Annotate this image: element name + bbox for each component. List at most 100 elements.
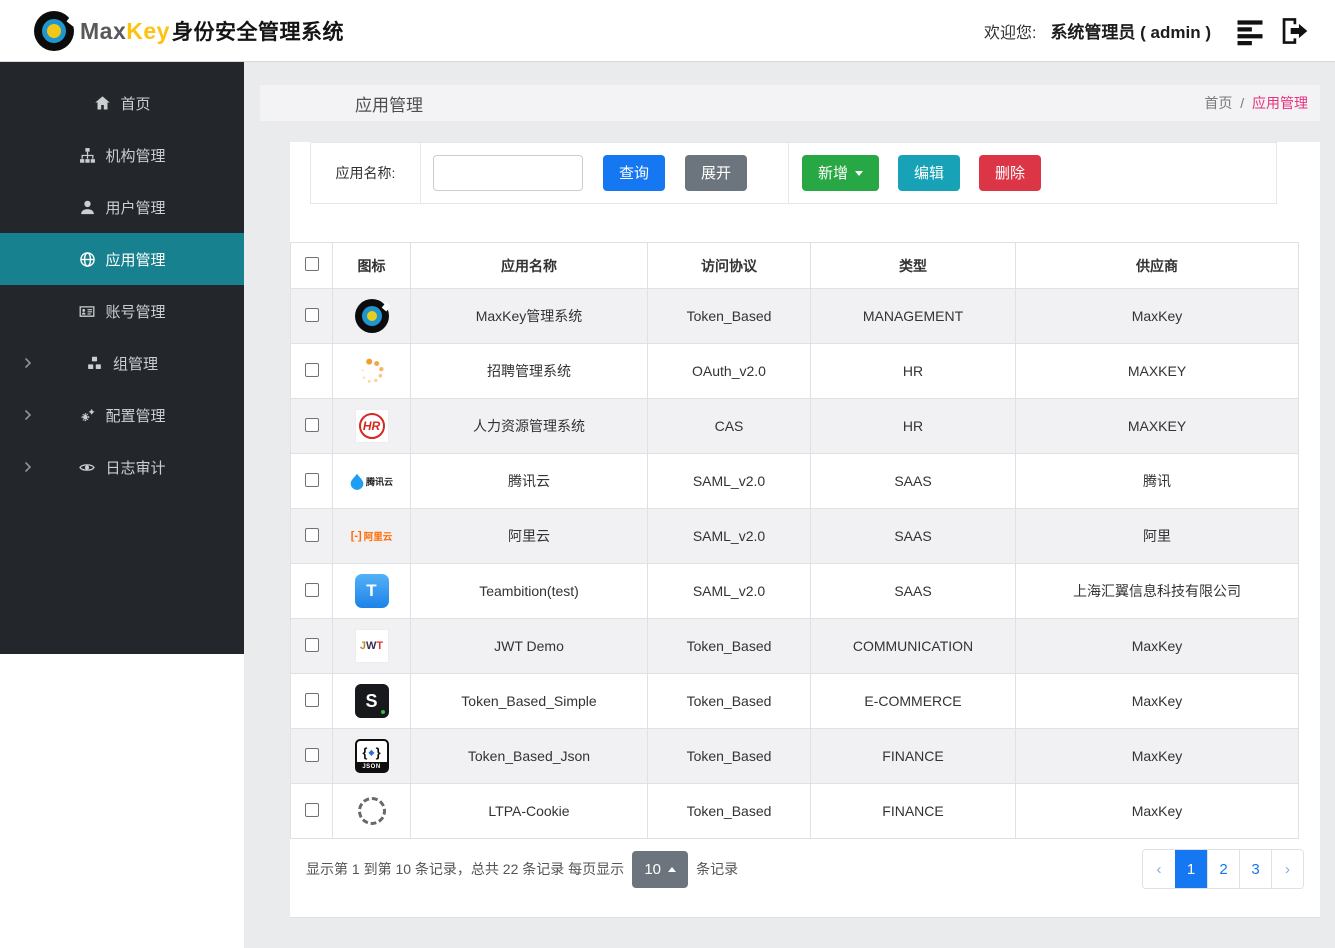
table-row[interactable]: MaxKey管理系统 Token_Based MANAGEMENT MaxKey (290, 288, 1299, 344)
row-checkbox[interactable] (304, 472, 319, 487)
row-checkbox[interactable] (304, 527, 319, 542)
page-size-dropdown[interactable]: 10 (632, 850, 689, 888)
sidebar-item-label: 机构管理 (105, 147, 166, 165)
cubes-icon (86, 355, 104, 372)
select-all-header-cell (290, 242, 333, 289)
type-cell: FINANCE (810, 728, 1016, 784)
app-icon-cell: JWT (332, 618, 411, 674)
vendor-cell: MaxKey (1015, 783, 1299, 839)
row-select-cell (290, 398, 333, 454)
app-name-cell: JWT Demo (410, 618, 648, 674)
row-checkbox[interactable] (304, 692, 319, 707)
logout-icon[interactable] (1279, 16, 1311, 46)
app-header: MaxKey身份安全管理系统 欢迎您: 系统管理员 ( admin ) (0, 0, 1335, 62)
app-icon-cell: 腾讯云 (332, 453, 411, 509)
table-row[interactable]: [-] 阿里云 阿里云 SAML_v2.0 SAAS 阿里 (290, 508, 1299, 564)
row-checkbox[interactable] (304, 417, 319, 432)
column-header-icon: 图标 (332, 242, 411, 289)
page-button-1[interactable]: 1 (1175, 850, 1207, 888)
row-checkbox[interactable] (304, 362, 319, 377)
brand-title: MaxKey身份安全管理系统 (80, 16, 344, 46)
row-select-cell (290, 673, 333, 729)
protocol-cell: Token_Based (647, 728, 811, 784)
prev-page-button[interactable]: ‹ (1143, 850, 1175, 888)
sidebar: 首页机构管理用户管理应用管理账号管理组管理 配置管理 日志审计 (0, 62, 244, 654)
protocol-cell: Token_Based (647, 288, 811, 344)
vendor-cell: MAXKEY (1015, 343, 1299, 399)
vendor-cell: 阿里 (1015, 508, 1299, 564)
user-icon (78, 199, 96, 216)
sitemap-icon (78, 147, 96, 164)
table-row[interactable]: LTPA-Cookie Token_Based FINANCE MaxKey (290, 783, 1299, 839)
table-row[interactable]: 招聘管理系统 OAuth_v2.0 HR MAXKEY (290, 343, 1299, 399)
vendor-cell: MAXKEY (1015, 398, 1299, 454)
teambition-app-icon: T (354, 574, 389, 608)
app-name-cell: 人力资源管理系统 (410, 398, 648, 454)
sidebar-item-config[interactable]: 配置管理 (0, 389, 244, 441)
brand[interactable]: MaxKey身份安全管理系统 (34, 10, 344, 51)
row-checkbox[interactable] (304, 307, 319, 322)
aliyun-app-icon: [-] 阿里云 (350, 530, 393, 543)
sidebar-item-group[interactable]: 组管理 (0, 337, 244, 389)
query-button[interactable]: 查询 (603, 155, 666, 191)
type-cell: SAAS (810, 563, 1016, 619)
vendor-cell: MaxKey (1015, 288, 1299, 344)
pagination-summary-prefix: 显示第 1 到第 10 条记录，总共 22 条记录 每页显示 (306, 861, 625, 877)
table-row[interactable]: T Teambition(test) SAML_v2.0 SAAS 上海汇翼信息科技有限… (290, 563, 1299, 619)
row-checkbox[interactable] (304, 747, 319, 762)
row-checkbox[interactable] (304, 582, 319, 597)
app-name-input[interactable] (433, 155, 583, 191)
page-button-2[interactable]: 2 (1207, 850, 1239, 888)
chevron-right-icon (24, 357, 32, 369)
protocol-cell: SAML_v2.0 (647, 453, 811, 509)
table-row[interactable]: HR 人力资源管理系统 CAS HR MAXKEY (290, 398, 1299, 454)
protocol-cell: SAML_v2.0 (647, 508, 811, 564)
breadcrumb-home-link[interactable]: 首页 (1204, 95, 1232, 111)
delete-button[interactable]: 删除 (979, 155, 1042, 191)
page-button-3[interactable]: 3 (1239, 850, 1271, 888)
expand-button[interactable]: 展开 (685, 155, 748, 191)
app-icon-cell (332, 288, 411, 344)
sidebar-item-audit[interactable]: 日志审计 (0, 441, 244, 493)
table-row[interactable]: 腾讯云 腾讯云 SAML_v2.0 SAAS 腾讯 (290, 453, 1299, 509)
type-cell: MANAGEMENT (810, 288, 1016, 344)
sidebar-item-app[interactable]: 应用管理 (0, 233, 244, 285)
next-page-button[interactable]: › (1271, 850, 1303, 888)
app-icon-cell (332, 783, 411, 839)
eye-icon (78, 459, 96, 476)
select-all-checkbox[interactable] (304, 257, 319, 271)
table-row[interactable]: {◆} JSON Token_Based_Json Token_Based FINANC… (290, 728, 1299, 784)
table-row[interactable]: S Token_Based_Simple Token_Based E-COMMERCE… (290, 673, 1299, 729)
edit-button[interactable]: 编辑 (898, 155, 961, 191)
type-cell: E-COMMERCE (810, 673, 1016, 729)
search-controls: 查询 展开 (421, 143, 788, 203)
sidebar-item-account[interactable]: 账号管理 (0, 285, 244, 337)
vendor-cell: MaxKey (1015, 728, 1299, 784)
row-checkbox[interactable] (304, 637, 319, 652)
protocol-cell: Token_Based (647, 618, 811, 674)
add-button[interactable]: 新增 (802, 155, 880, 191)
type-cell: FINANCE (810, 783, 1016, 839)
vendor-cell: MaxKey (1015, 618, 1299, 674)
pagination-summary-suffix: 条记录 (696, 861, 739, 877)
type-cell: HR (810, 343, 1016, 399)
home-icon (93, 95, 111, 112)
sidebar-item-label: 用户管理 (105, 199, 166, 217)
ltpa-app-icon (357, 797, 386, 825)
column-header-vendor: 供应商 (1015, 242, 1299, 289)
vendor-cell: 上海汇翼信息科技有限公司 (1015, 563, 1299, 619)
breadcrumb: 首页 / 应用管理 (1204, 93, 1308, 113)
type-cell: COMMUNICATION (810, 618, 1016, 674)
sidebar-item-label: 账号管理 (105, 303, 166, 321)
pagination-summary: 显示第 1 到第 10 条记录，总共 22 条记录 每页显示 10 条记录 (306, 850, 739, 888)
app-name-cell: Token_Based_Simple (410, 673, 648, 729)
tencent-cloud-app-icon: 腾讯云 (350, 473, 393, 490)
menu-list-icon[interactable] (1235, 16, 1265, 46)
sidebar-item-user[interactable]: 用户管理 (0, 181, 244, 233)
table-row[interactable]: J W T JWT Demo Token_Based COMMUNICATION MaxKe… (290, 618, 1299, 674)
page-title: 应用管理 (355, 95, 423, 115)
row-checkbox[interactable] (304, 802, 319, 817)
sidebar-item-home[interactable]: 首页 (0, 77, 244, 129)
sidebar-item-org[interactable]: 机构管理 (0, 129, 244, 181)
type-cell: HR (810, 398, 1016, 454)
